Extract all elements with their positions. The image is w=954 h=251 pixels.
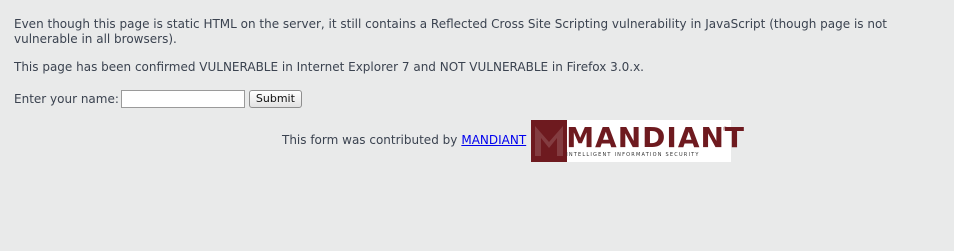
intro-paragraph: Even though this page is static HTML on … xyxy=(14,17,888,46)
mandiant-link[interactable]: MANDIANT xyxy=(461,133,526,147)
contribution-block: This form was contributed by MANDIANT MAN… xyxy=(282,120,744,162)
mandiant-logo[interactable]: MANDIANT ® INTELLIGENT INFORMATION SECUR… xyxy=(531,120,744,162)
logo-wordmark: MANDIANT xyxy=(566,121,746,154)
contribution-text: This form was contributed by xyxy=(282,133,458,147)
status-paragraph: This page has been confirmed VULNERABLE … xyxy=(14,60,644,74)
logo-registered-mark: ® xyxy=(722,126,729,133)
name-label: Enter your name: xyxy=(14,92,119,106)
logo-m-mark-icon xyxy=(531,120,568,162)
submit-button[interactable]: Submit xyxy=(248,90,302,108)
name-input[interactable] xyxy=(120,90,245,108)
logo-tagline: INTELLIGENT INFORMATION SECURITY xyxy=(566,152,700,158)
name-form: Enter your name: Submit xyxy=(14,89,942,109)
contribution-text-line: This form was contributed by MANDIANT xyxy=(282,133,526,147)
page-content: Even though this page is static HTML on … xyxy=(14,17,942,109)
